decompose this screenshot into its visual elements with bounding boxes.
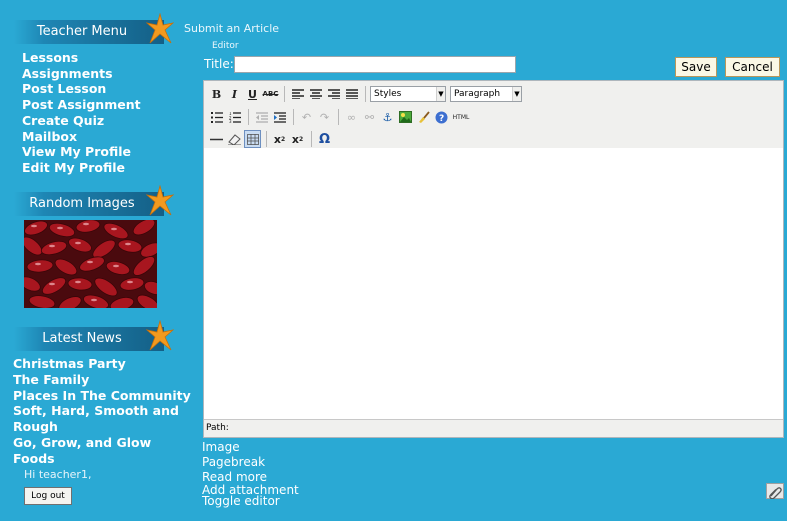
image-icon[interactable] [397,108,414,126]
toolbar-separator [293,109,294,125]
starfish-icon [146,185,174,216]
styles-select[interactable]: Styles ▼ [370,86,446,102]
news-item[interactable]: Soft, Hard, Smooth and Rough [13,403,193,435]
numbered-list-icon[interactable]: 123 [226,108,243,126]
unlink-icon[interactable]: ⚯ [361,108,378,126]
html-source-button[interactable]: HTML [451,108,471,126]
title-label: Title: [204,57,234,71]
editor-extra-links: Image Pagebreak Read more Add attachment… [202,440,299,507]
editor-label: Editor [212,41,239,51]
bold-icon[interactable]: B [208,85,225,103]
toolbar-separator [266,131,267,147]
special-character-icon[interactable]: Ω [316,130,333,148]
redo-icon[interactable]: ↷ [316,108,333,126]
editor-toolbar: B I U ABC Styles ▼ Paragraph ▼ 1 2 3 ↶ ↷… [204,81,783,148]
logout-button[interactable]: Log out [24,487,72,505]
svg-text:?: ? [439,114,444,124]
menu-item-post-lesson[interactable]: Post Lesson [22,81,141,97]
news-item[interactable]: The Family [13,372,193,388]
horizontal-rule-icon[interactable] [208,130,225,148]
teacher-menu-title: Teacher Menu [36,24,128,39]
paperclip-icon[interactable] [766,483,784,500]
random-images-header: Random Images [14,185,174,216]
indent-icon[interactable] [271,108,288,126]
news-item[interactable]: Christmas Party [13,356,193,372]
latest-news-list: Christmas Party The Family Places In The… [13,356,193,467]
toggle-editor-link[interactable]: Toggle editor [202,495,299,507]
align-center-icon[interactable] [307,85,324,103]
toolbar-separator [248,109,249,125]
toolbar-separator [311,131,312,147]
toolbar-separator [365,86,366,102]
teacher-menu-header: Teacher Menu [14,13,174,44]
save-button[interactable]: Save [675,57,717,77]
menu-item-lessons[interactable]: Lessons [22,50,141,66]
menu-item-post-assignment[interactable]: Post Assignment [22,97,141,113]
help-icon[interactable]: ? [433,108,450,126]
rich-text-editor: B I U ABC Styles ▼ Paragraph ▼ 1 2 3 ↶ ↷… [203,80,784,438]
random-image-beans[interactable] [24,220,157,308]
menu-item-edit-profile[interactable]: Edit My Profile [22,160,141,176]
toolbar-separator [284,86,285,102]
underline-icon[interactable]: U [244,85,261,103]
outdent-icon[interactable] [253,108,270,126]
insert-image-link[interactable]: Image [202,440,299,455]
kidney-beans-image [24,220,157,308]
align-right-icon[interactable] [325,85,342,103]
superscript-icon[interactable]: x2 [289,130,306,148]
menu-item-mailbox[interactable]: Mailbox [22,129,141,145]
toolbar-row-2: 123 ↶ ↷ ∞ ⚯ ⚓ ? HTML [208,107,472,127]
eraser-icon[interactable] [226,130,243,148]
title-input[interactable] [234,56,516,73]
italic-icon[interactable]: I [226,85,243,103]
editor-content-area[interactable] [204,149,783,419]
toolbar-row-1: B I U ABC Styles ▼ Paragraph ▼ [208,84,526,104]
latest-news-header: Latest News [14,320,174,351]
chevron-down-icon: ▼ [436,87,445,101]
bullet-list-icon[interactable] [208,108,225,126]
path-label: Path: [206,423,229,433]
styles-select-value: Styles [374,89,402,99]
news-item[interactable]: Go, Grow, and Glow Foods [13,435,193,467]
pagebreak-link[interactable]: Pagebreak [202,455,299,470]
align-left-icon[interactable] [289,85,306,103]
format-select[interactable]: Paragraph ▼ [450,86,522,102]
cancel-button[interactable]: Cancel [725,57,780,77]
chevron-down-icon: ▼ [512,87,521,101]
toolbar-separator [338,109,339,125]
news-item[interactable]: Places In The Community [13,388,193,404]
sidebar: Teacher Menu Lessons Assignments Post Le… [0,0,200,521]
starfish-icon [146,320,174,351]
editor-path-bar: Path: [204,419,783,437]
link-icon[interactable]: ∞ [343,108,360,126]
svg-text:3: 3 [229,119,232,123]
starfish-icon [146,13,174,44]
menu-item-assignments[interactable]: Assignments [22,66,141,82]
anchor-icon[interactable]: ⚓ [379,108,396,126]
latest-news-title: Latest News [42,331,122,346]
subscript-icon[interactable]: x2 [271,130,288,148]
cleanup-icon[interactable] [415,108,432,126]
random-images-title: Random Images [29,196,135,211]
page-title: Submit an Article [184,22,280,35]
align-justify-icon[interactable] [343,85,360,103]
teacher-menu-list: Lessons Assignments Post Lesson Post Ass… [22,50,141,176]
visual-aid-icon[interactable] [244,130,261,148]
menu-item-create-quiz[interactable]: Create Quiz [22,113,141,129]
strikethrough-icon[interactable]: ABC [262,85,279,103]
toolbar-row-3: x2 x2 Ω [208,129,334,149]
greeting-text: Hi teacher1, [24,468,92,481]
format-select-value: Paragraph [454,89,501,99]
menu-item-view-profile[interactable]: View My Profile [22,144,141,160]
undo-icon[interactable]: ↶ [298,108,315,126]
